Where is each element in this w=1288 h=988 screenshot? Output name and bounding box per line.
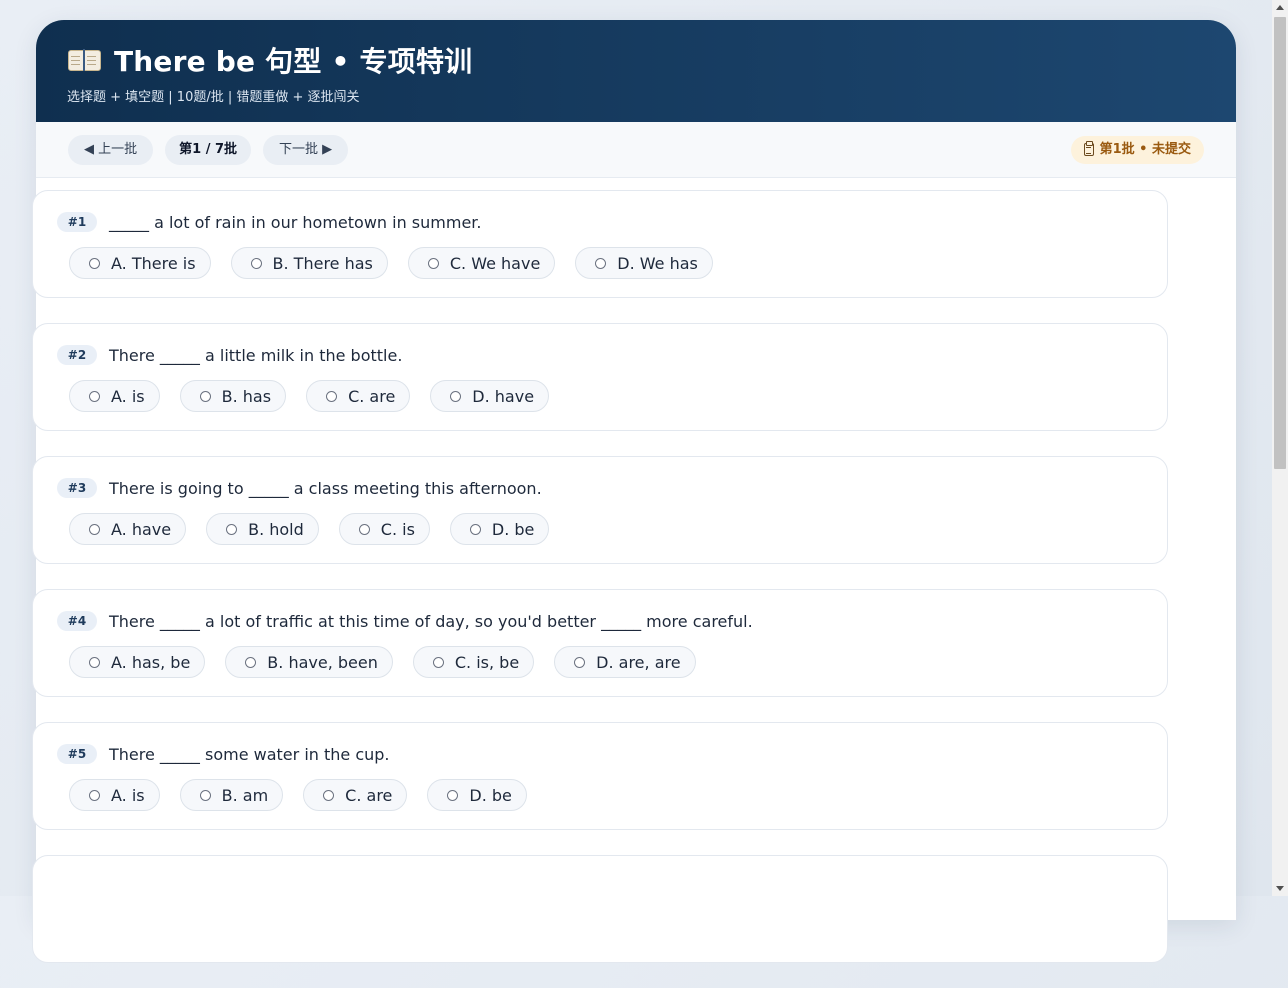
question-number: #3 <box>57 478 97 498</box>
option-b[interactable]: B. There has <box>230 247 388 279</box>
radio-button[interactable] <box>199 789 211 801</box>
option-label: B. hold <box>248 519 304 539</box>
radio-button[interactable] <box>89 390 100 402</box>
option-label: D. We has <box>617 253 698 273</box>
title-row: There be 句型 • 专项特训 <box>67 40 1205 80</box>
batch-counter: 第1 / 7批 <box>165 134 252 165</box>
option-b[interactable]: B. have, been <box>225 646 393 678</box>
option-d[interactable]: D. be <box>449 513 550 545</box>
radio-button[interactable] <box>89 656 100 668</box>
clipboard-icon <box>1083 141 1094 156</box>
question-text: There _____ a lot of traffic at this tim… <box>109 611 753 631</box>
option-b[interactable]: B. hold <box>206 513 319 545</box>
page-title: There be 句型 • 专项特训 <box>114 45 473 78</box>
option-b[interactable]: B. am <box>179 779 284 811</box>
option-label: B. has <box>221 386 272 406</box>
option-label: B. There has <box>272 253 373 273</box>
option-label: B. am <box>221 785 269 805</box>
option-group: A. have B. hold C. is D. be <box>57 513 1143 545</box>
option-b[interactable]: B. has <box>179 380 287 412</box>
next-batch-button[interactable]: 下一批 ▶ <box>263 134 349 165</box>
option-a[interactable]: A. is <box>69 779 160 811</box>
option-d[interactable]: D. have <box>430 380 550 412</box>
radio-button[interactable] <box>574 656 586 668</box>
header: There be 句型 • 专项特训 选择题 + 填空题 | 10题/批 | 错… <box>36 20 1236 122</box>
question-text: _____ a lot of rain in our hometown in s… <box>109 212 482 232</box>
option-d[interactable]: D. are, are <box>554 646 696 678</box>
scroll-up-arrow-icon[interactable] <box>1276 5 1284 10</box>
radio-button[interactable] <box>89 257 100 269</box>
option-group: A. is B. am C. are D. be <box>57 779 1143 811</box>
scrollbar[interactable] <box>1272 0 1288 896</box>
option-label: D. have <box>472 386 535 406</box>
option-label: C. are <box>348 386 396 406</box>
radio-button[interactable] <box>199 390 211 402</box>
option-label: D. be <box>491 519 535 539</box>
radio-button[interactable] <box>447 789 459 801</box>
question-card: #4 There _____ a lot of traffic at this … <box>32 589 1168 697</box>
page-subtitle: 选择题 + 填空题 | 10题/批 | 错题重做 + 逐批闯关 <box>67 90 360 105</box>
radio-button[interactable] <box>323 789 335 801</box>
radio-button[interactable] <box>250 257 262 269</box>
option-a[interactable]: A. There is <box>69 247 211 279</box>
option-label: A. is <box>111 386 145 406</box>
question-number: #5 <box>57 744 97 764</box>
option-c[interactable]: C. are <box>306 380 411 412</box>
radio-button[interactable] <box>469 523 481 535</box>
option-d[interactable]: D. We has <box>575 247 713 279</box>
option-label: B. have, been <box>267 652 378 672</box>
option-label: A. have <box>111 519 172 539</box>
radio-button[interactable] <box>326 390 338 402</box>
option-c[interactable]: C. are <box>303 779 408 811</box>
option-c[interactable]: C. We have <box>407 247 556 279</box>
option-a[interactable]: A. have <box>69 513 187 545</box>
scroll-thumb[interactable] <box>1274 17 1286 469</box>
question-card: #2 There _____ a little milk in the bott… <box>32 323 1168 431</box>
radio-button[interactable] <box>358 523 370 535</box>
option-label: A. has, be <box>111 652 191 672</box>
question-text: There _____ some water in the cup. <box>109 744 390 764</box>
option-a[interactable]: A. is <box>69 380 160 412</box>
batch-toolbar: ◀ 上一批 第1 / 7批 下一批 ▶ 第1批 • 未提交 <box>36 122 1236 178</box>
option-label: C. is <box>380 519 415 539</box>
radio-button[interactable] <box>450 390 462 402</box>
radio-button[interactable] <box>595 257 607 269</box>
option-group: A. There is B. There has C. We have D. W… <box>57 247 1143 279</box>
option-label: C. is, be <box>454 652 520 672</box>
option-group: A. has, be B. have, been C. is, be D. ar… <box>57 646 1143 678</box>
radio-button[interactable] <box>226 523 238 535</box>
question-card: #1 _____ a lot of rain in our hometown i… <box>32 190 1168 298</box>
question-list: #1 _____ a lot of rain in our hometown i… <box>32 190 1168 988</box>
radio-button[interactable] <box>89 789 100 801</box>
book-icon <box>67 47 101 73</box>
question-card: #3 There is going to _____ a class meeti… <box>32 456 1168 564</box>
radio-button[interactable] <box>89 523 100 535</box>
option-c[interactable]: C. is, be <box>412 646 535 678</box>
option-group: A. is B. has C. are D. have <box>57 380 1143 412</box>
status-badge: 第1批 • 未提交 <box>1070 135 1204 164</box>
question-number: #1 <box>57 212 97 232</box>
question-text: There is going to _____ a class meeting … <box>109 478 542 498</box>
radio-button[interactable] <box>245 656 257 668</box>
option-label: D. be <box>469 785 512 805</box>
question-card: #5 There _____ some water in the cup. A.… <box>32 722 1168 830</box>
option-a[interactable]: A. has, be <box>69 646 206 678</box>
question-number: #2 <box>57 345 97 365</box>
radio-button[interactable] <box>427 257 439 269</box>
option-label: D. are, are <box>596 652 681 672</box>
option-label: A. There is <box>111 253 196 273</box>
radio-button[interactable] <box>432 656 444 668</box>
prev-batch-button[interactable]: ◀ 上一批 <box>68 134 154 165</box>
option-d[interactable]: D. be <box>427 779 527 811</box>
option-c[interactable]: C. is <box>338 513 430 545</box>
question-number: #4 <box>57 611 97 631</box>
option-label: A. is <box>111 785 145 805</box>
scroll-down-arrow-icon[interactable] <box>1276 886 1284 891</box>
status-text: 第1批 • 未提交 <box>1099 141 1191 157</box>
option-label: C. are <box>345 785 393 805</box>
question-text: There _____ a little milk in the bottle. <box>109 345 403 365</box>
question-card-partial <box>32 855 1168 963</box>
option-label: C. We have <box>449 253 541 273</box>
